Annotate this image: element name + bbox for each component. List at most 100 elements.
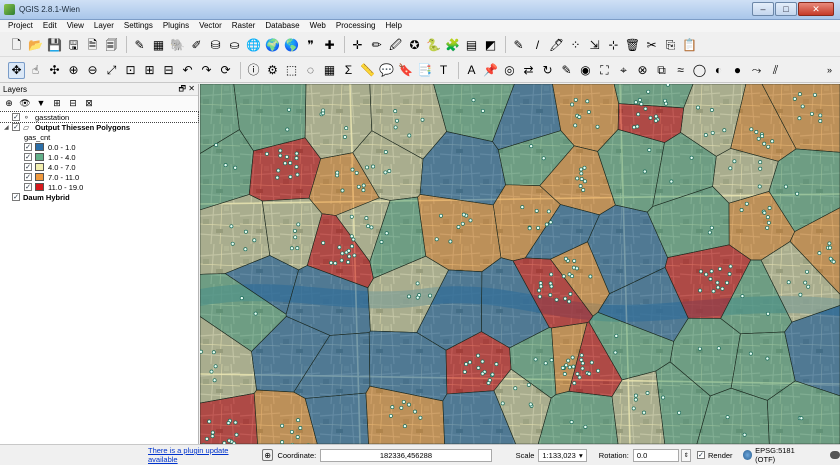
legend-class-row[interactable]: ✓ 7.0 - 11.0 (0, 172, 198, 182)
panel-float-close-icon[interactable]: 🗗 ✕ (179, 83, 195, 97)
rotation-field[interactable]: 0.0 (632, 448, 680, 462)
field-calculator-icon[interactable]: ▤ (463, 36, 480, 53)
zoom-in-icon[interactable]: ⊕ (65, 62, 82, 79)
fill-ring-icon[interactable]: ● (729, 62, 746, 79)
change-label-icon[interactable]: ✎ (558, 62, 575, 79)
scale-combobox[interactable]: 1:133,023 ▾ (538, 448, 587, 462)
class-visibility-checkbox[interactable]: ✓ (24, 183, 32, 191)
zoom-last-icon[interactable]: ↶ (179, 62, 196, 79)
layer-row-thiessen[interactable]: ◢ ✓ ▱ Output Thiessen Polygons (0, 122, 198, 132)
manage-visibility-icon[interactable]: 👁 (19, 97, 31, 109)
add-postgis-layer-icon[interactable]: 🐘 (169, 36, 186, 53)
identify-icon[interactable]: ⓘ (245, 62, 262, 79)
zoom-full-icon[interactable]: ⤢ (103, 62, 120, 79)
menu-vector[interactable]: Vector (194, 20, 227, 32)
menu-layer[interactable]: Layer (89, 20, 119, 32)
deselect-icon[interactable]: ◌ (302, 62, 319, 79)
rotate-label-icon[interactable]: ↻ (539, 62, 556, 79)
toggle-extents-icon[interactable]: ⊕ (261, 449, 274, 461)
plugin-update-link[interactable]: There is a plugin update available (148, 446, 256, 464)
add-wcs-layer-icon[interactable]: 🌍 (264, 36, 281, 53)
class-visibility-checkbox[interactable]: ✓ (24, 173, 32, 181)
show-hide-labels-icon[interactable]: ◎ (501, 62, 518, 79)
georeferencer-icon[interactable]: ✛ (349, 36, 366, 53)
move-label-icon[interactable]: ⇄ (520, 62, 537, 79)
menu-project[interactable]: Project (3, 20, 38, 32)
class-visibility-checkbox[interactable]: ✓ (24, 153, 32, 161)
add-vector-layer-icon[interactable]: ✎ (131, 36, 148, 53)
measure-line-icon[interactable]: 📏 (359, 62, 376, 79)
composer-manager-icon[interactable]: 🗐 (103, 36, 120, 53)
action-icon[interactable]: ⚙ (264, 62, 281, 79)
toggle-editing-icon[interactable]: 🖊 (548, 36, 565, 53)
paste-features-icon[interactable]: 📋 (681, 36, 698, 53)
move-feature-icon[interactable]: ⇲ (586, 36, 603, 53)
reshape-icon[interactable]: ⤳ (748, 62, 765, 79)
add-wfs-layer-icon[interactable]: 🌎 (283, 36, 300, 53)
new-bookmark-icon[interactable]: 🔖 (397, 62, 414, 79)
render-toggle[interactable]: ✓ Render (696, 451, 733, 460)
topology-checker-icon[interactable]: ⧉ (653, 62, 670, 79)
menu-raster[interactable]: Raster (227, 20, 261, 32)
legend-class-row[interactable]: ✓ 1.0 - 4.0 (0, 152, 198, 162)
legend-class-row[interactable]: ✓ 11.0 - 19.0 (0, 182, 198, 192)
layer-row-gasstation[interactable]: ✓ ⚬ gasstation (0, 111, 199, 123)
layer-visibility-checkbox[interactable]: ✓ (12, 113, 20, 121)
layer-visibility-checkbox[interactable]: ✓ (12, 123, 20, 131)
add-ring-icon[interactable]: ◯ (691, 62, 708, 79)
crs-status[interactable]: EPSG:5181 (OTF) (742, 446, 815, 464)
menu-plugins[interactable]: Plugins (158, 20, 194, 32)
pin-labels-icon[interactable]: 📌 (482, 62, 499, 79)
zoom-out-icon[interactable]: ⊖ (84, 62, 101, 79)
messages-icon[interactable] (830, 451, 840, 459)
menu-processing[interactable]: Processing (331, 20, 381, 32)
save-as-icon[interactable]: 🖫 (65, 36, 82, 53)
copy-features-icon[interactable]: ⎘ (662, 36, 679, 53)
simplify-icon[interactable]: ≈ (672, 62, 689, 79)
statistics-icon[interactable]: Σ (340, 62, 357, 79)
filter-legend-icon[interactable]: ▼ (35, 97, 47, 109)
add-wms-layer-icon[interactable]: 🌐 (245, 36, 262, 53)
text-annotation-icon[interactable]: T (435, 62, 452, 79)
cut-features-icon[interactable]: ✂ (643, 36, 660, 53)
add-feature-icon[interactable]: ✪ (406, 36, 423, 53)
layer-row-daum-hybrid[interactable]: ✓ Daum Hybrid (0, 192, 198, 202)
plugin-manager-icon[interactable]: 🧩 (444, 36, 461, 53)
layer-visibility-checkbox[interactable]: ✓ (12, 193, 20, 201)
offline-editing-icon[interactable]: ⛶ (596, 62, 613, 79)
collapse-arrow-icon[interactable]: ◢ (4, 124, 11, 131)
class-visibility-checkbox[interactable]: ✓ (24, 143, 32, 151)
menu-database[interactable]: Database (260, 20, 304, 32)
add-delimited-text-icon[interactable]: ❞ (302, 36, 319, 53)
add-mssql-layer-icon[interactable]: ⛁ (207, 36, 224, 53)
digitize-icon[interactable]: ✏ (368, 36, 385, 53)
coordinate-field[interactable]: 182336,456288 (320, 448, 492, 462)
node-tool-icon[interactable]: ⊹ (605, 36, 622, 53)
render-checkbox[interactable]: ✓ (696, 451, 705, 459)
collapse-all-icon[interactable]: ⊟ (67, 97, 79, 109)
minimize-button[interactable]: – (752, 2, 774, 16)
pan-map-icon[interactable]: ✥ (8, 61, 25, 79)
add-part-icon[interactable]: ◐ (710, 62, 727, 79)
save-project-icon[interactable]: 💾 (46, 36, 63, 53)
add-spatialite-layer-icon[interactable]: ✐ (188, 36, 205, 53)
menu-view[interactable]: View (62, 20, 89, 32)
expand-all-icon[interactable]: ⊞ (51, 97, 63, 109)
styles-icon[interactable]: ◩ (482, 36, 499, 53)
highlight-pinned-icon[interactable]: ◉ (577, 62, 594, 79)
zoom-selection-icon[interactable]: ⊡ (122, 62, 139, 79)
zoom-native-icon[interactable]: ⊟ (160, 62, 177, 79)
legend-class-row[interactable]: ✓ 4.0 - 7.0 (0, 162, 198, 172)
advanced-digitizing-icon[interactable]: ⌖ (615, 62, 632, 79)
menu-edit[interactable]: Edit (38, 20, 62, 32)
class-visibility-checkbox[interactable]: ✓ (24, 163, 32, 171)
menu-help[interactable]: Help (380, 20, 406, 32)
zoom-layer-icon[interactable]: ⊞ (141, 62, 158, 79)
edit-icon[interactable]: / (529, 36, 546, 53)
map-tips-icon[interactable]: 💬 (378, 62, 395, 79)
split-features-icon[interactable]: ⫽ (767, 62, 784, 79)
refresh-icon[interactable]: ⟳ (217, 62, 234, 79)
add-group-icon[interactable]: ⊕ (3, 97, 15, 109)
close-button[interactable]: ✕ (798, 2, 834, 16)
toolbar-overflow-icon[interactable]: » (827, 65, 832, 75)
